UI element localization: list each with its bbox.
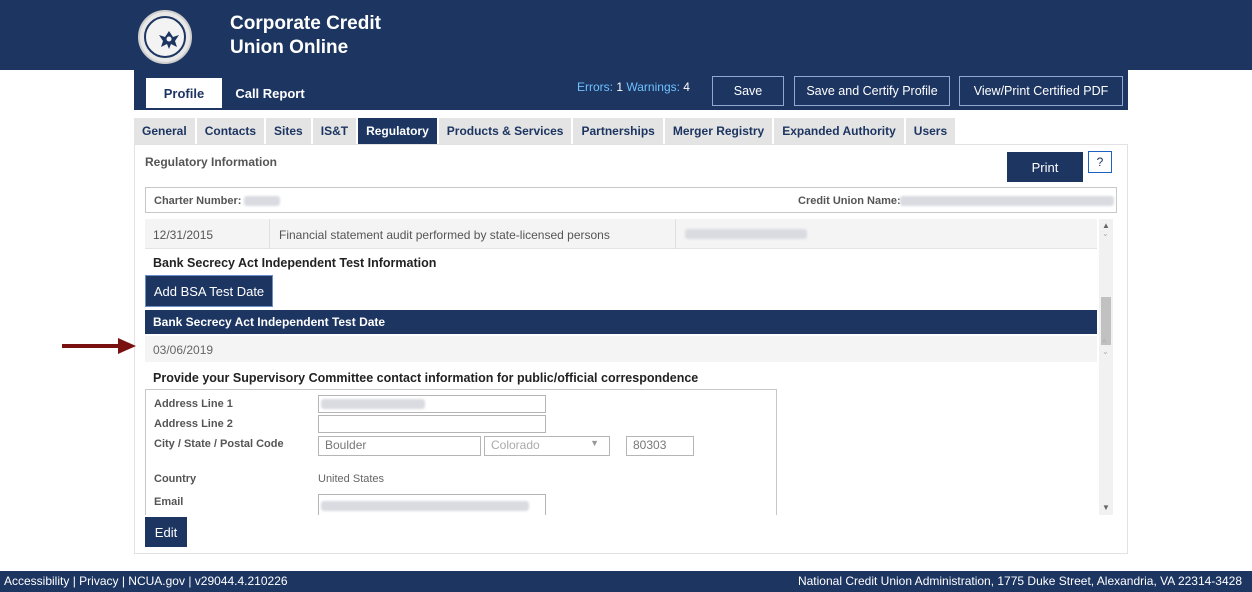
address-line2-input[interactable] [318, 415, 546, 433]
section-title: Regulatory Information [145, 155, 278, 169]
footer-link-accessibility[interactable]: Accessibility [4, 574, 69, 588]
app-title-line1: Corporate Credit [230, 13, 381, 34]
supervisory-heading: Provide your Supervisory Committee conta… [153, 371, 699, 385]
footer-address: National Credit Union Administration, 17… [797, 574, 1242, 588]
annotation-arrow-icon [62, 338, 136, 354]
address-line2-label: Address Line 2 [154, 418, 233, 430]
state-select-value: Colorado [491, 438, 540, 452]
eagle-icon [159, 31, 179, 49]
audit-row: 12/31/2015 Financial statement audit per… [145, 219, 1097, 249]
footer-version: v29044.4.210226 [194, 574, 288, 588]
tab-ist[interactable]: IS&T [312, 118, 357, 144]
tab-partnerships[interactable]: Partnerships [573, 118, 663, 144]
tab-profile[interactable]: Profile [146, 78, 222, 108]
charter-info-box: Charter Number: Credit Union Name: [145, 187, 1117, 213]
regulatory-scroll-area[interactable]: 12/31/2015 Financial statement audit per… [145, 219, 1119, 515]
tab-regulatory[interactable]: Regulatory [358, 118, 437, 144]
address-line1-redacted [321, 399, 425, 409]
inner-scroll-up-icon[interactable]: ˄ [1102, 337, 1107, 346]
save-button[interactable]: Save [712, 76, 784, 106]
email-redacted [321, 501, 529, 511]
bsa-test-date: 03/06/2019 [153, 343, 214, 357]
errors-label: Errors: [577, 80, 613, 94]
city-input[interactable]: Boulder [318, 436, 481, 456]
edit-button[interactable]: Edit [145, 517, 187, 547]
credit-union-name-redacted [900, 196, 1114, 206]
view-print-pdf-button[interactable]: View/Print Certified PDF [959, 76, 1123, 106]
address-line1-input[interactable] [318, 395, 546, 413]
country-label: Country [154, 473, 197, 485]
audit-description: Financial statement audit performed by s… [279, 228, 610, 242]
city-state-postal-label: City / State / Postal Code [154, 438, 284, 450]
footer: Accessibility | Privacy | NCUA.gov | v29… [0, 571, 1252, 592]
tab-expanded-authority[interactable]: Expanded Authority [774, 118, 904, 144]
tab-merger-registry[interactable]: Merger Registry [664, 118, 773, 144]
bsa-table-row[interactable]: 03/06/2019 [145, 336, 1097, 362]
state-select[interactable]: Colorado ▼ [484, 436, 610, 456]
print-button[interactable]: Print [1007, 152, 1083, 182]
footer-link-privacy[interactable]: Privacy [79, 574, 118, 588]
bsa-table-header: Bank Secrecy Act Independent Test Date [145, 310, 1097, 334]
app-header: Corporate Credit Union Online Profile Ca… [134, 0, 1128, 110]
tab-sites[interactable]: Sites [266, 118, 311, 144]
audit-value-redacted [685, 229, 807, 239]
chevron-down-icon: ▼ [590, 438, 599, 448]
scroll-down-small-icon[interactable]: ⌄ [1102, 229, 1109, 238]
bsa-heading: Bank Secrecy Act Independent Test Inform… [153, 256, 437, 270]
errors-warnings-status[interactable]: Errors: 1 Warnings: 4 [577, 80, 690, 94]
footer-link-ncua[interactable]: NCUA.gov [128, 574, 185, 588]
scroll-down-icon[interactable]: ▼ [1102, 503, 1110, 512]
add-bsa-test-date-button[interactable]: Add BSA Test Date [145, 275, 273, 307]
country-value: United States [318, 473, 385, 485]
ncua-seal-logo [138, 10, 192, 64]
email-label: Email [154, 496, 184, 508]
help-button[interactable]: ? [1088, 151, 1112, 173]
tab-call-report[interactable]: Call Report [228, 78, 312, 108]
sub-tab-bar: General Contacts Sites IS&T Regulatory P… [134, 118, 957, 144]
errors-count: 1 [616, 80, 624, 94]
tab-general[interactable]: General [134, 118, 195, 144]
page: Corporate Credit Union Online Profile Ca… [0, 0, 1252, 592]
charter-number-label: Charter Number: [154, 195, 242, 207]
regulatory-panel: Regulatory Information Print ? Charter N… [134, 144, 1128, 554]
address-line1-label: Address Line 1 [154, 398, 233, 410]
audit-date: 12/31/2015 [153, 228, 214, 242]
postal-code-input[interactable]: 80303 [626, 436, 694, 456]
tab-users[interactable]: Users [905, 118, 956, 144]
email-input[interactable] [318, 494, 546, 515]
credit-union-name-label: Credit Union Name: [798, 195, 901, 207]
vertical-scrollbar[interactable]: ▲ ⌄ ˄ ⌄ ▼ [1099, 219, 1113, 515]
app-title: Corporate Credit Union Online [230, 12, 381, 60]
tab-contacts[interactable]: Contacts [196, 118, 265, 144]
charter-number-redacted [244, 196, 280, 206]
footer-links: Accessibility | Privacy | NCUA.gov | v29… [4, 574, 288, 588]
tab-products-services[interactable]: Products & Services [438, 118, 572, 144]
app-title-line2: Union Online [230, 37, 349, 58]
supervisory-contact-form: Address Line 1 Address Line 2 City / Sta… [145, 389, 777, 515]
warnings-label: Warnings: [626, 80, 680, 94]
column-divider [675, 219, 676, 249]
column-divider [269, 219, 270, 249]
warnings-count: 4 [683, 80, 690, 94]
inner-scroll-down-icon[interactable]: ⌄ [1102, 347, 1109, 356]
save-certify-button[interactable]: Save and Certify Profile [794, 76, 950, 106]
